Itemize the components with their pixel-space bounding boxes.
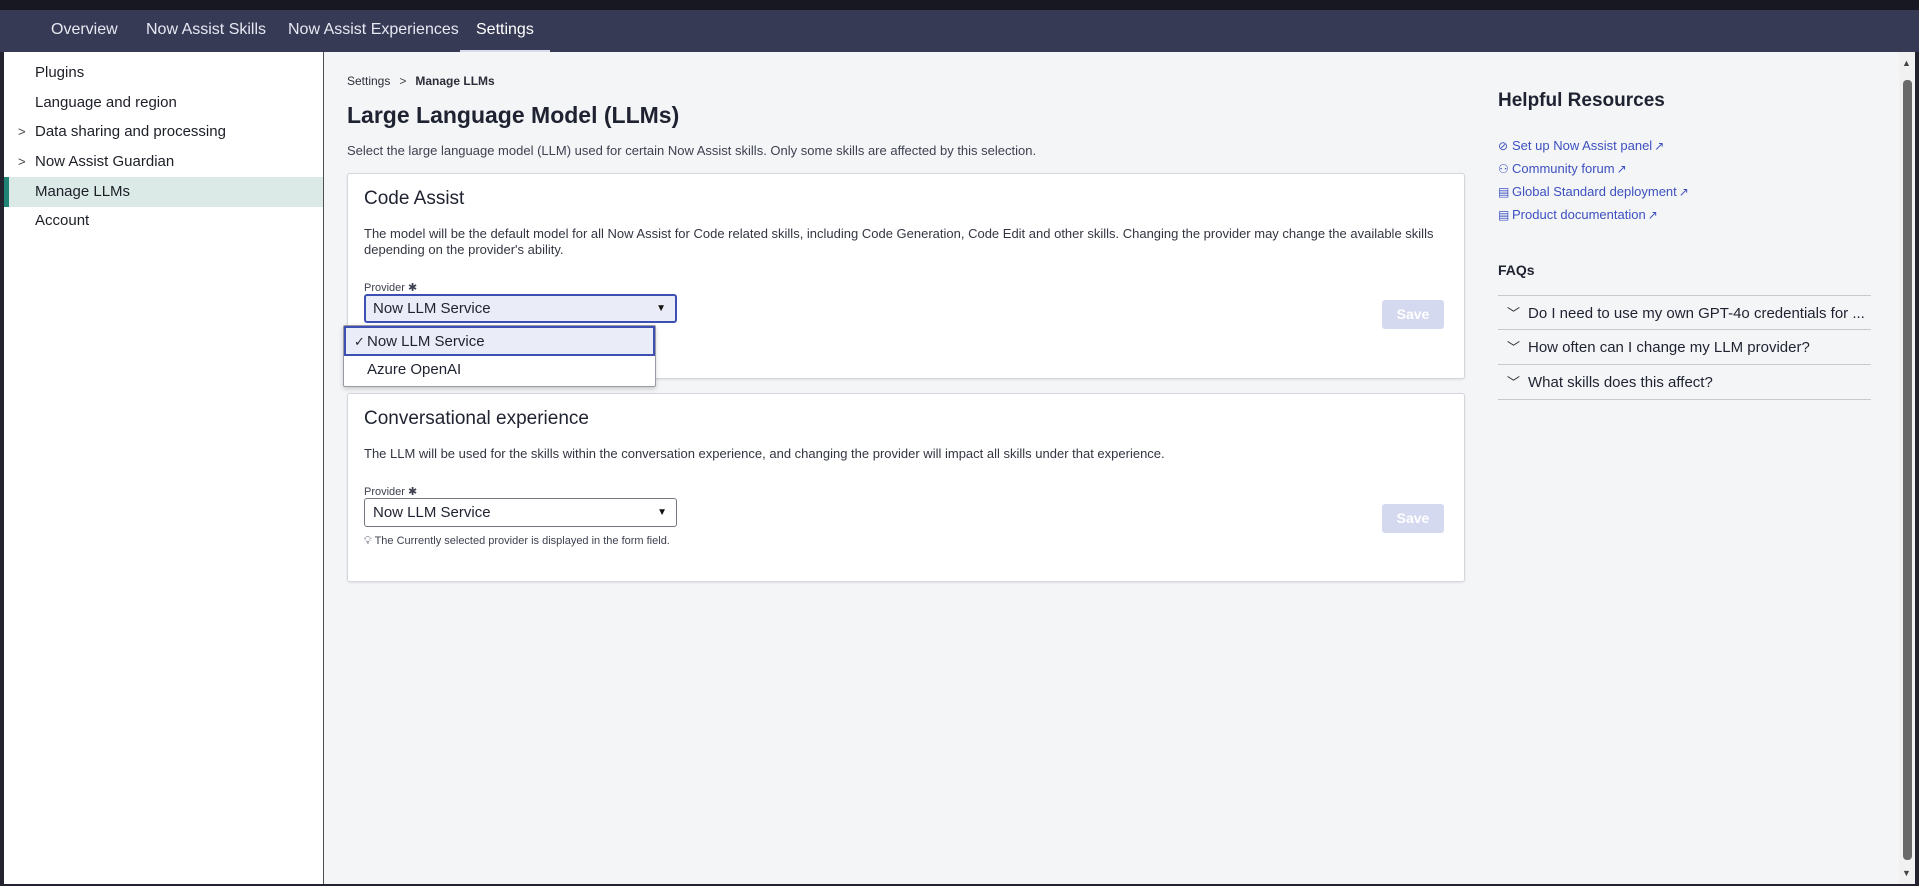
breadcrumb: Settings > Manage LLMs <box>347 74 495 88</box>
sidebar: Plugins Language and region > Data shari… <box>4 52 324 884</box>
provider-label: Provider ✱ <box>364 282 418 294</box>
card-description: The model will be the default model for … <box>364 226 1434 257</box>
required-asterisk-icon: ✱ <box>408 282 418 294</box>
conversational-save-button[interactable]: Save <box>1382 504 1444 533</box>
code-assist-provider-select[interactable]: Now LLM Service ▼ <box>364 294 677 323</box>
chevron-down-icon: ﹀ <box>1507 306 1521 321</box>
resource-link-setup-panel[interactable]: ⊘ Set up Now Assist panel ↗ <box>1498 138 1664 153</box>
faq-item[interactable]: ﹀ Do I need to use my own GPT-4o credenti… <box>1498 295 1871 330</box>
tab-now-assist-experiences[interactable]: Now Assist Experiences <box>288 10 459 52</box>
sidebar-item-label: Language and region <box>35 94 177 111</box>
provider-label: Provider ✱ <box>364 486 418 498</box>
chevron-down-icon: ﹀ <box>1507 340 1521 355</box>
faq-item[interactable]: ﹀ What skills does this affect? <box>1498 365 1871 400</box>
chevron-right-icon[interactable]: > <box>18 147 26 177</box>
select-value: Now LLM Service <box>373 300 491 317</box>
chevron-right-icon: > <box>399 74 407 88</box>
page-title: Large Language Model (LLMs) <box>347 102 680 128</box>
provider-dropdown-menu: ✓ Now LLM Service Azure OpenAI <box>343 325 656 387</box>
scrollbar-thumb[interactable] <box>1903 80 1912 860</box>
sidebar-item-now-assist-guardian[interactable]: > Now Assist Guardian <box>4 147 323 177</box>
tab-now-assist-skills[interactable]: Now Assist Skills <box>146 10 266 52</box>
breadcrumb-parent[interactable]: Settings <box>347 74 390 88</box>
lightbulb-icon: 💡︎ <box>364 535 372 547</box>
resource-link-product-docs[interactable]: ▤ Product documentation ↗ <box>1498 207 1658 222</box>
scroll-up-arrow-icon[interactable]: ▲ <box>1902 58 1911 68</box>
dropdown-option-now-llm[interactable]: ✓ Now LLM Service <box>344 326 655 356</box>
sidebar-item-data-sharing[interactable]: > Data sharing and processing <box>4 117 323 147</box>
top-navigation: Overview Now Assist Skills Now Assist Ex… <box>0 10 1919 52</box>
card-title: Code Assist <box>364 188 465 209</box>
sidebar-item-label: Now Assist Guardian <box>35 153 175 170</box>
sidebar-item-language-region[interactable]: Language and region <box>4 88 323 118</box>
external-link-icon: ↗ <box>1647 208 1658 222</box>
page-description: Select the large language model (LLM) us… <box>347 143 1037 158</box>
chevron-down-icon: ﹀ <box>1507 375 1521 390</box>
card-description: The LLM will be used for the skills with… <box>364 446 1165 461</box>
tab-overview[interactable]: Overview <box>51 10 118 52</box>
conversational-card: Conversational experience The LLM will b… <box>347 393 1465 582</box>
document-icon: ▤ <box>1498 208 1510 222</box>
select-value: Now LLM Service <box>373 504 491 521</box>
sidebar-item-label: Data sharing and processing <box>35 123 226 140</box>
faq-item[interactable]: ﹀ How often can I change my LLM provider? <box>1498 330 1871 365</box>
tab-settings[interactable]: Settings <box>460 10 550 52</box>
main-content: Settings > Manage LLMs Large Language Mode… <box>324 52 1899 884</box>
content-frame: Plugins Language and region > Data shari… <box>4 52 1915 884</box>
conversational-provider-select[interactable]: Now LLM Service ▼ <box>364 498 677 527</box>
required-asterisk-icon: ✱ <box>408 486 418 498</box>
external-link-icon: ↗ <box>1678 185 1689 199</box>
sidebar-item-plugins[interactable]: Plugins <box>4 58 323 88</box>
caret-down-icon: ▼ <box>657 507 667 518</box>
sidebar-item-label: Account <box>35 212 90 229</box>
scrollbar[interactable]: ▲ ▼ <box>1899 52 1915 884</box>
people-icon: ⚇ <box>1498 162 1509 176</box>
card-title: Conversational experience <box>364 408 589 429</box>
provider-hint: 💡︎ The Currently selected provider is di… <box>364 535 670 547</box>
external-link-icon: ↗ <box>1616 162 1627 176</box>
window-top-strip <box>0 0 1919 10</box>
resource-link-community-forum[interactable]: ⚇ Community forum ↗ <box>1498 161 1627 176</box>
resources-title: Helpful Resources <box>1498 90 1665 111</box>
scroll-down-arrow-icon[interactable]: ▼ <box>1902 868 1911 878</box>
breadcrumb-current: Manage LLMs <box>415 74 495 88</box>
checkmark-icon: ✓ <box>354 334 365 349</box>
document-icon: ▤ <box>1498 185 1510 199</box>
faqs-title: FAQs <box>1498 262 1535 278</box>
code-assist-save-button[interactable]: Save <box>1382 300 1444 329</box>
sidebar-item-label: Manage LLMs <box>35 183 131 200</box>
external-link-icon: ↗ <box>1654 139 1665 153</box>
chevron-right-icon[interactable]: > <box>18 117 26 147</box>
sidebar-item-manage-llms[interactable]: Manage LLMs <box>4 177 323 207</box>
sidebar-item-account[interactable]: Account <box>4 206 323 236</box>
dropdown-option-azure-openai[interactable]: Azure OpenAI <box>344 356 655 386</box>
compass-icon: ⊘ <box>1498 139 1509 153</box>
resource-link-global-deployment[interactable]: ▤ Global Standard deployment ↗ <box>1498 184 1689 199</box>
caret-down-icon: ▼ <box>656 303 666 314</box>
sidebar-item-label: Plugins <box>35 64 85 81</box>
